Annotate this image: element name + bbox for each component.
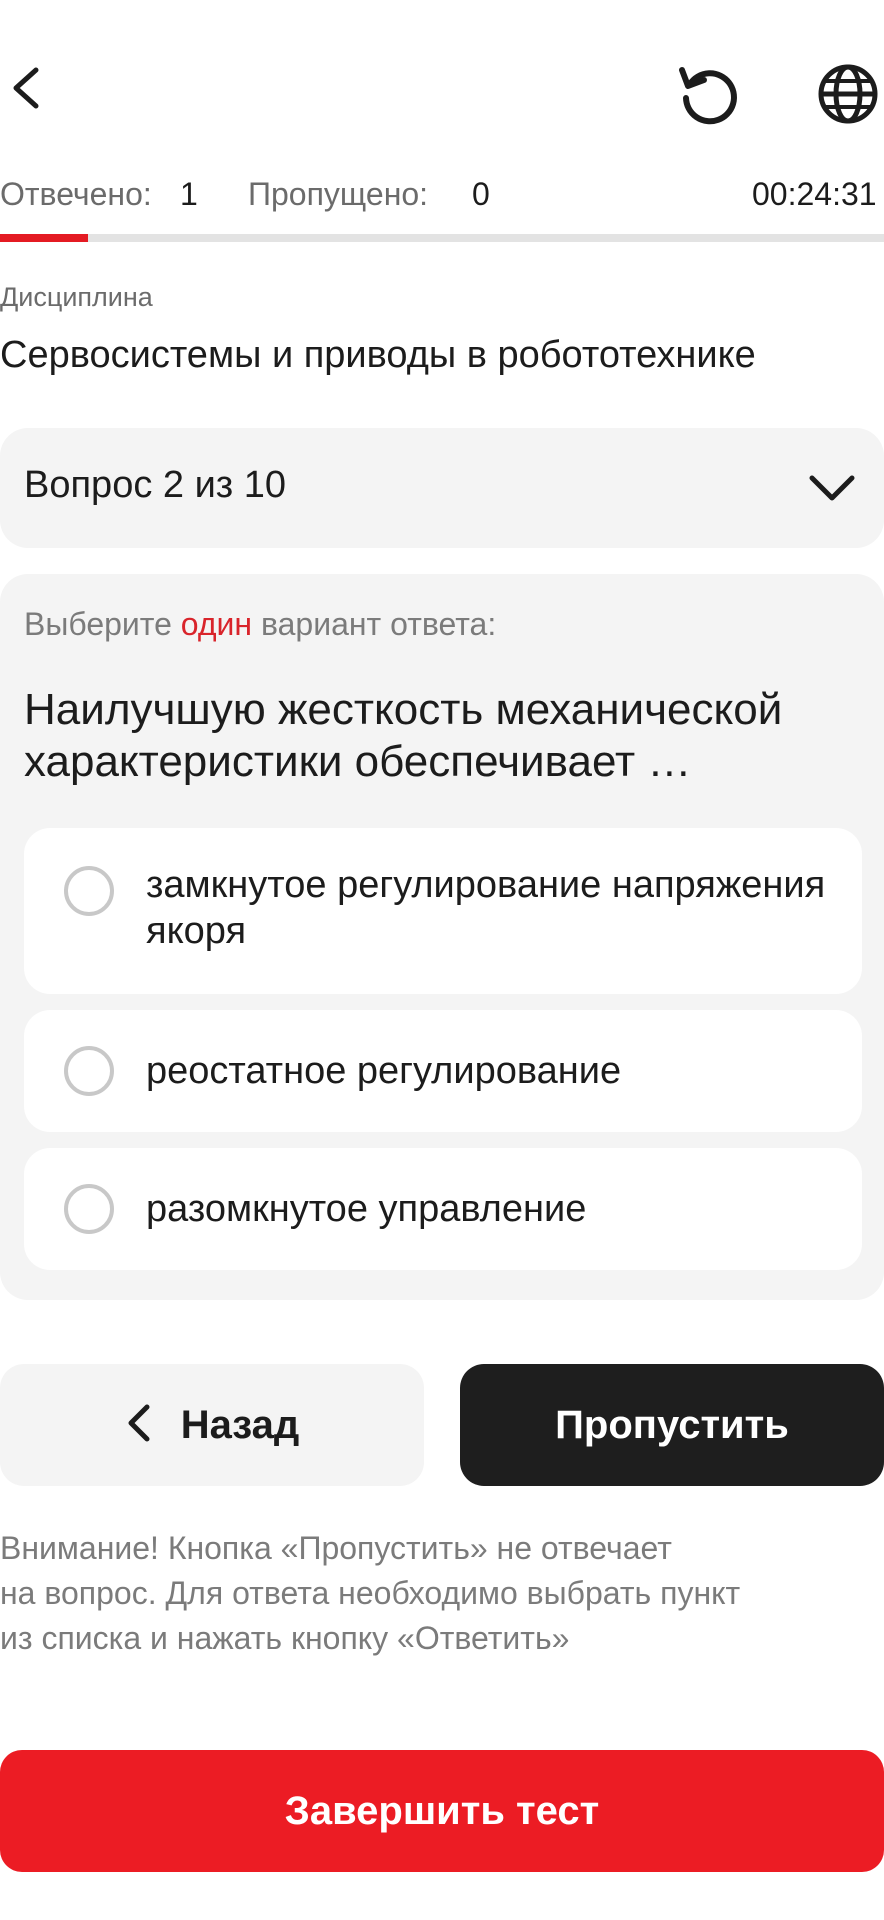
back-button[interactable]: Назад [0,1364,424,1486]
discipline-title: Сервосистемы и приводы в робототехнике [0,334,756,376]
answer-stats: Отвечено: 1 Пропущено: 0 00:24:31 [0,172,884,220]
answer-option-label: замкнутое регулирование напряжения якоря [146,864,826,952]
answered-count: 1 [180,176,198,212]
chevron-left-icon [125,1403,151,1448]
top-bar [0,0,884,160]
instruction-text: Выберите [24,606,172,642]
globe-icon[interactable] [812,58,884,130]
progress-bar [0,234,884,242]
answer-option[interactable]: разомкнутое управление [24,1148,862,1270]
answer-option-label: разомкнутое управление [146,1188,587,1230]
finish-test-button[interactable]: Завершить тест [0,1750,884,1872]
skip-notice: Внимание! Кнопка «Пропустить» не отвечае… [0,1526,884,1661]
answer-option[interactable]: замкнутое регулирование напряжения якоря [24,828,862,994]
progress-fill [0,234,89,242]
answer-option[interactable]: реостатное регулирование [24,1010,862,1132]
skip-button-label: Пропустить [555,1402,789,1447]
skipped-label: Пропущено: [248,176,429,212]
question-selector-label: Вопрос 2 из 10 [24,464,287,506]
notice-line: из списка и нажать кнопку «Ответить» [0,1620,570,1656]
radio-button[interactable] [64,1184,114,1234]
instruction-accent: один [180,606,253,642]
skipped-count: 0 [472,176,490,212]
chevron-down-icon[interactable] [806,468,858,508]
notice-line: Внимание! Кнопка «Пропустить» не отвечае… [0,1530,672,1566]
timer: 00:24:31 [752,176,877,212]
reset-icon[interactable] [672,58,744,130]
notice-line: на вопрос. Для ответа необходимо выбрать… [0,1575,741,1611]
finish-test-label: Завершить тест [284,1788,600,1833]
answered-label: Отвечено: [0,176,152,212]
discipline-label: Дисциплина [0,282,153,312]
answer-option-label: реостатное регулирование [146,1050,622,1092]
radio-button[interactable] [64,866,114,916]
skip-button[interactable]: Пропустить [460,1364,884,1486]
answer-instruction: Выберите один вариант ответа: [24,606,496,643]
chevron-left-icon[interactable] [0,58,50,118]
question-text: Наилучшую жесткость механической характе… [24,685,783,786]
question-card: Выберите один вариант ответа: Наилучшую … [0,574,884,1300]
back-button-label: Назад [180,1402,300,1447]
radio-button[interactable] [64,1046,114,1096]
question-selector[interactable]: Вопрос 2 из 10 [0,428,884,548]
instruction-text-end: вариант ответа: [260,606,497,642]
